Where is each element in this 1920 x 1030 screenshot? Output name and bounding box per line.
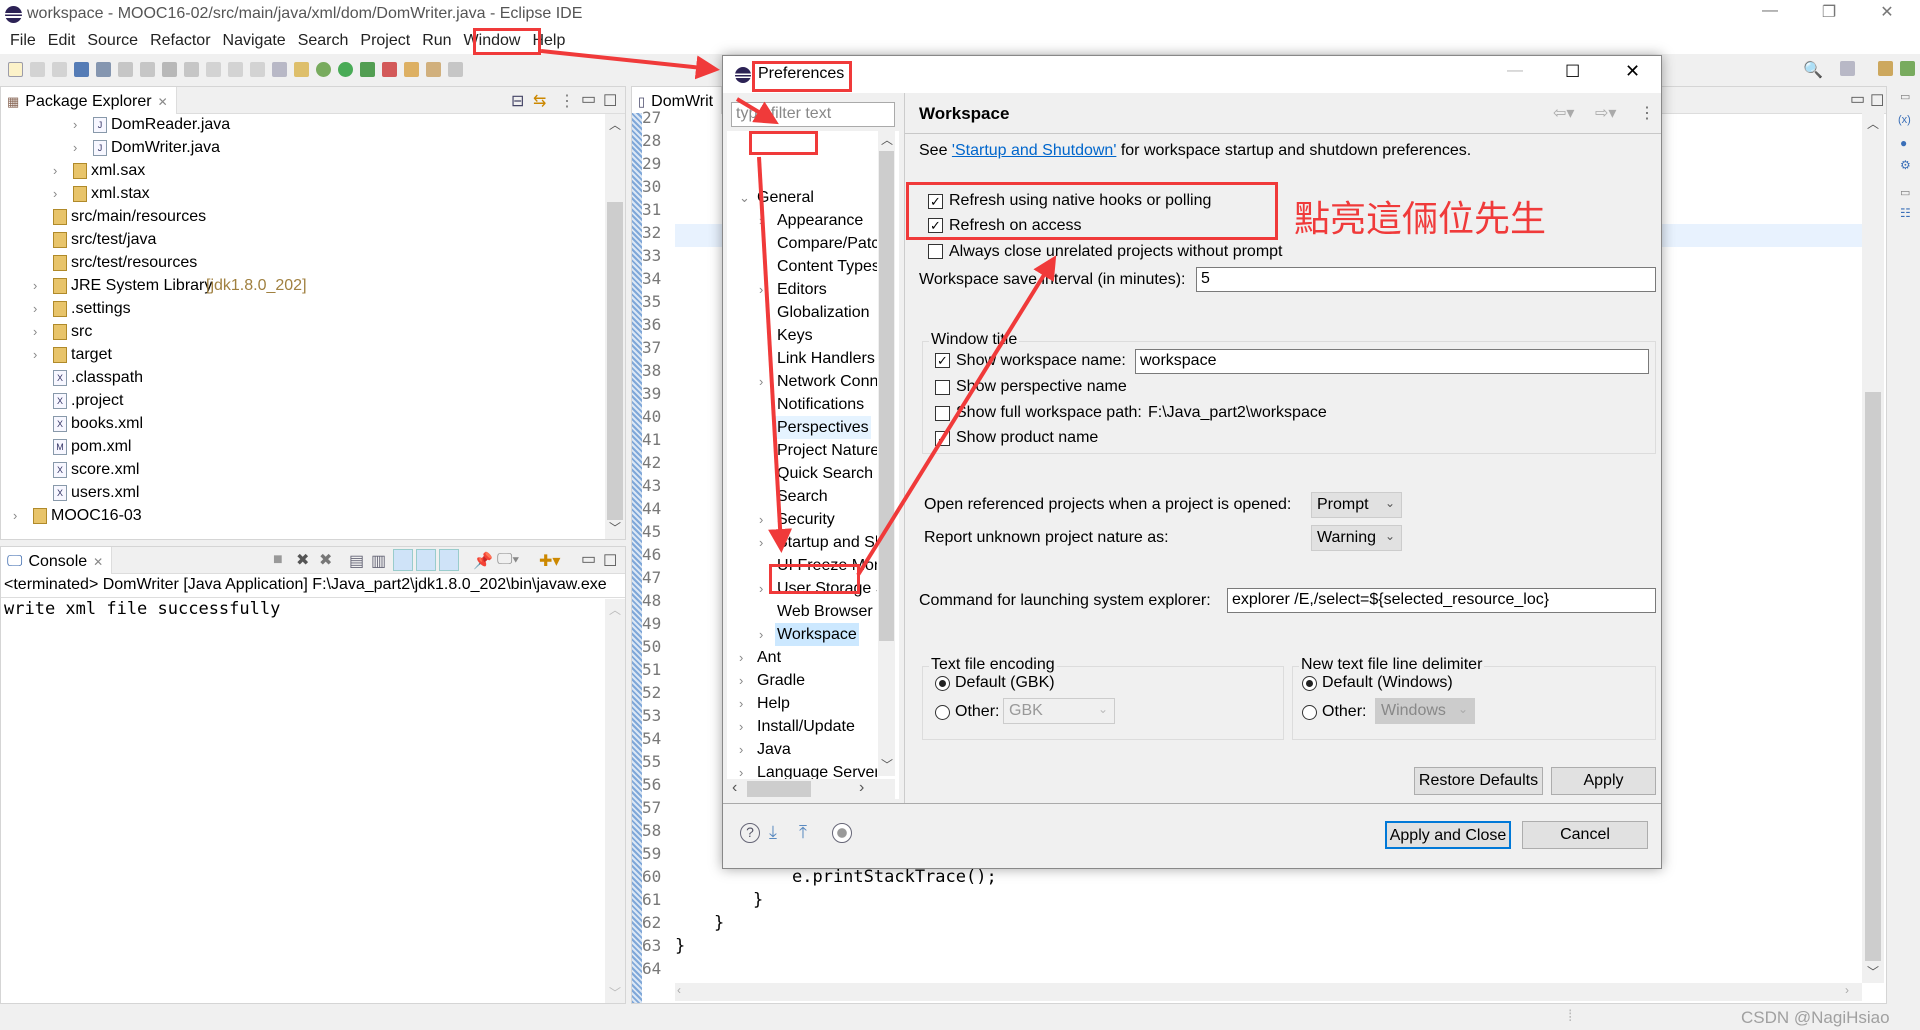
- arrow-general-to-workspace: [757, 156, 793, 553]
- arrow-window-to-preferences: [540, 49, 720, 80]
- arrow-workspace-to-checkboxes: [856, 255, 1057, 577]
- arrow-to-general: [735, 97, 779, 125]
- annotation-arrows: [540, 49, 1057, 577]
